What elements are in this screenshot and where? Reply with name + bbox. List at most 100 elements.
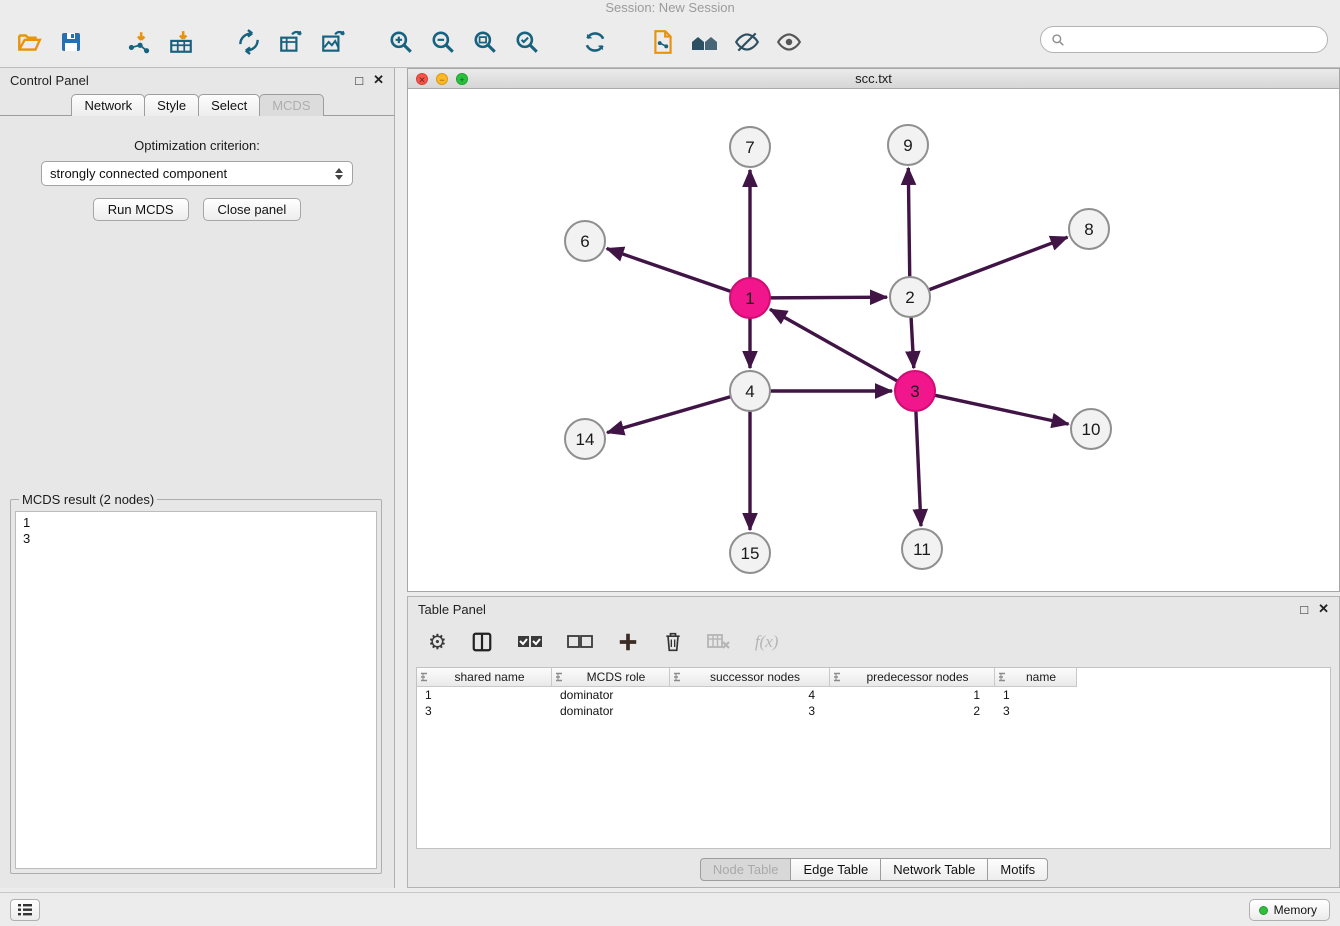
table-cell[interactable]: 2 [830, 703, 995, 719]
table-cell[interactable]: 1 [995, 687, 1077, 703]
column-header[interactable]: name [995, 668, 1077, 687]
close-window-icon[interactable]: ✕ [416, 73, 428, 85]
graph-edge[interactable] [935, 395, 1069, 424]
graph-edge[interactable] [770, 309, 898, 381]
zoom-out-icon[interactable] [426, 25, 460, 59]
sort-icon[interactable] [998, 672, 1009, 682]
network-document-icon[interactable] [646, 25, 680, 59]
graph-node-label: 14 [576, 430, 595, 449]
optimization-criterion-select[interactable]: strongly connected component [41, 161, 353, 186]
import-table-icon[interactable] [164, 25, 198, 59]
table-panel-title: Table Panel [418, 602, 486, 617]
column-header[interactable]: successor nodes [670, 668, 830, 687]
graph-node-label: 4 [745, 382, 754, 401]
zoom-in-icon[interactable] [384, 25, 418, 59]
table-cell[interactable]: 1 [830, 687, 995, 703]
show-hide-icon[interactable] [772, 25, 806, 59]
close-table-panel-icon[interactable]: ✕ [1318, 601, 1329, 617]
column-header-label: name [1009, 670, 1073, 684]
graph-node-label: 9 [903, 136, 912, 155]
close-panel-button[interactable]: Close panel [203, 198, 302, 221]
memory-label: Memory [1274, 903, 1317, 917]
select-stepper-icon [333, 166, 344, 182]
table-row[interactable]: 1dominator411 [417, 687, 1330, 703]
graph-edge[interactable] [916, 411, 921, 526]
column-layout-icon[interactable] [471, 631, 493, 653]
close-panel-icon[interactable]: ✕ [373, 72, 384, 88]
zoom-selected-icon[interactable] [510, 25, 544, 59]
graph-edge[interactable] [908, 168, 909, 277]
column-header[interactable]: predecessor nodes [830, 668, 995, 687]
table-cell[interactable]: 4 [670, 687, 830, 703]
new-network-table-icon[interactable] [274, 25, 308, 59]
sort-icon[interactable] [833, 672, 844, 682]
column-header-label: predecessor nodes [844, 670, 991, 684]
tab-motifs[interactable]: Motifs [987, 858, 1048, 881]
graphics-details-icon[interactable] [730, 25, 764, 59]
task-history-button[interactable] [10, 899, 40, 921]
new-network-icon[interactable] [232, 25, 266, 59]
control-panel: Control Panel □ ✕ Network Style Select M… [0, 68, 395, 888]
table-cell[interactable]: dominator [552, 703, 670, 719]
search-input[interactable] [1071, 29, 1327, 51]
tab-network[interactable]: Network [71, 94, 145, 116]
sort-icon[interactable] [555, 672, 566, 682]
table-row[interactable]: 3dominator323 [417, 703, 1330, 719]
node-table: shared name MCDS role successor nodes prede… [416, 667, 1331, 849]
run-mcds-button[interactable]: Run MCDS [93, 198, 189, 221]
tab-style[interactable]: Style [144, 94, 199, 116]
tab-edge-table[interactable]: Edge Table [790, 858, 881, 881]
table-cell[interactable]: 3 [995, 703, 1077, 719]
table-cell[interactable]: 3 [670, 703, 830, 719]
save-session-icon[interactable] [54, 25, 88, 59]
graph-node-label: 10 [1082, 420, 1101, 439]
graph-edge[interactable] [911, 317, 914, 368]
table-cell[interactable]: dominator [552, 687, 670, 703]
mcds-result-item[interactable]: 3 [23, 531, 369, 547]
graph-node-label: 8 [1084, 220, 1093, 239]
table-cell[interactable]: 1 [417, 687, 552, 703]
tab-node-table[interactable]: Node Table [700, 858, 792, 881]
float-panel-icon[interactable]: □ [355, 73, 363, 88]
select-all-icon[interactable] [517, 634, 543, 650]
graph-edge[interactable] [929, 237, 1068, 290]
tab-network-table[interactable]: Network Table [880, 858, 988, 881]
memory-button[interactable]: Memory [1249, 899, 1330, 921]
refresh-icon[interactable] [578, 25, 612, 59]
function-builder-icon[interactable]: f(x) [755, 632, 779, 652]
table-cell[interactable]: 3 [417, 703, 552, 719]
open-session-icon[interactable] [12, 25, 46, 59]
minimize-window-icon[interactable]: − [436, 73, 448, 85]
sort-icon[interactable] [673, 672, 684, 682]
graph-node-label: 7 [745, 138, 754, 157]
mcds-result-item[interactable]: 1 [23, 515, 369, 531]
maximize-window-icon[interactable]: + [456, 73, 468, 85]
graph-edge[interactable] [607, 249, 731, 292]
mcds-result-title: MCDS result (2 nodes) [19, 492, 157, 507]
graph-edge[interactable] [607, 397, 731, 433]
graph-node-label: 2 [905, 288, 914, 307]
network-canvas-area[interactable]: 7968124314101511 [408, 89, 1339, 591]
column-header-label: successor nodes [684, 670, 826, 684]
column-header-label: MCDS role [566, 670, 666, 684]
float-table-panel-icon[interactable]: □ [1300, 602, 1308, 617]
node-table-body: 1dominator4113dominator323 [417, 687, 1330, 719]
mcds-result-list[interactable]: 13 [15, 511, 377, 869]
search-field[interactable] [1040, 26, 1328, 53]
import-network-icon[interactable] [122, 25, 156, 59]
table-settings-icon[interactable]: ⚙ [428, 630, 447, 655]
add-column-icon[interactable] [617, 631, 639, 653]
deselect-all-icon[interactable] [567, 634, 593, 650]
graph-edge[interactable] [770, 297, 887, 298]
sort-icon[interactable] [420, 672, 431, 682]
delete-table-icon[interactable] [707, 633, 731, 651]
column-header[interactable]: MCDS role [552, 668, 670, 687]
tab-mcds[interactable]: MCDS [259, 94, 323, 116]
zoom-fit-icon[interactable] [468, 25, 502, 59]
export-image-icon[interactable] [316, 25, 350, 59]
tab-select[interactable]: Select [198, 94, 260, 116]
network-canvas[interactable]: 7968124314101511 [408, 89, 1339, 591]
delete-column-icon[interactable] [663, 631, 683, 653]
column-header[interactable]: shared name [417, 668, 552, 687]
first-neighbors-icon[interactable] [688, 25, 722, 59]
